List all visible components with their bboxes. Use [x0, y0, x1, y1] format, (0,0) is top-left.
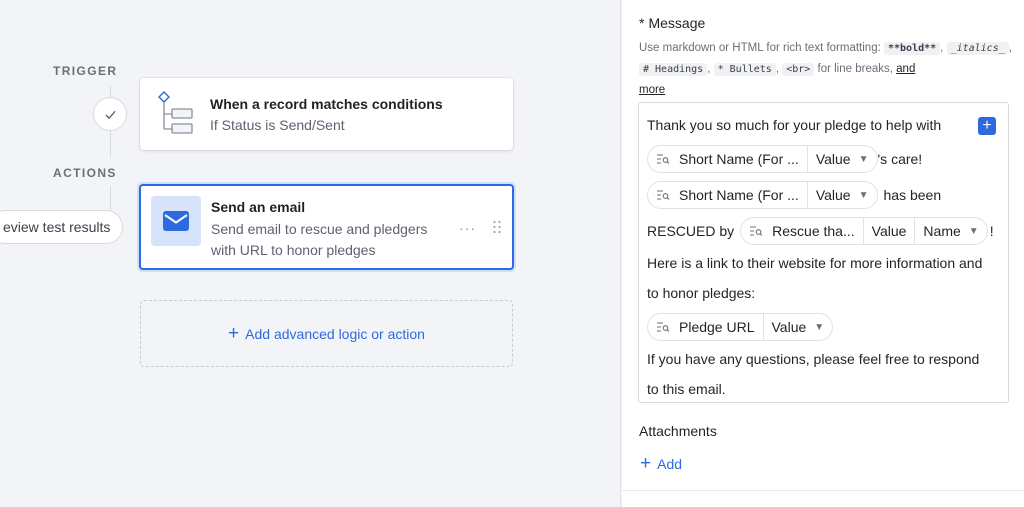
message-text: !: [989, 223, 994, 239]
send-email-action-card[interactable]: Send an email Send email to rescue and p…: [139, 184, 514, 270]
chevron-down-icon: ▼: [858, 153, 869, 165]
message-text: 's care!: [877, 151, 923, 167]
help-comma: ,: [1008, 42, 1012, 54]
token-field-name: Rescue tha...: [772, 223, 855, 239]
message-line: Thank you so much for your pledge to hel…: [647, 117, 942, 133]
insert-field-button[interactable]: +: [978, 117, 996, 135]
token-field-name: Short Name (For ...: [679, 187, 799, 203]
message-label-text: Message: [648, 15, 706, 31]
help-comma: ,: [707, 63, 711, 75]
help-code-italics: _italics_: [946, 42, 1009, 55]
flow-connector: [110, 131, 111, 157]
drag-handle-icon[interactable]: [492, 220, 502, 234]
divider: [622, 490, 1024, 491]
help-comma: ,: [775, 63, 780, 75]
field-token[interactable]: Short Name (For ... Value ▼: [647, 145, 878, 173]
chevron-down-icon: ▼: [858, 189, 869, 201]
token-type: Value: [815, 187, 851, 203]
review-test-results-label: eview test results: [3, 219, 111, 235]
add-advanced-logic-button[interactable]: + Add advanced logic or action: [140, 300, 513, 367]
required-mark: *: [639, 15, 645, 31]
message-editor[interactable]: + Thank you so much for your pledge to h…: [638, 102, 1009, 403]
field-token[interactable]: Rescue tha... Value Name ▼: [740, 217, 988, 245]
help-comma: ,: [940, 42, 944, 54]
envelope-icon: [163, 211, 189, 231]
review-test-results-button[interactable]: eview test results: [0, 210, 124, 244]
message-line: RESCUED by Rescue tha... Value Name ▼ !: [647, 217, 994, 245]
help-mid: for line breaks,: [817, 63, 893, 75]
attachments-label: Attachments: [639, 423, 717, 439]
token-field-name: Pledge URL: [679, 319, 755, 335]
lookup-field-icon: [657, 154, 670, 164]
field-token[interactable]: Short Name (For ... Value ▼: [647, 181, 878, 209]
workflow-canvas: TRIGGER ACTIONS eview test results When …: [0, 0, 621, 507]
trigger-subtitle: If Status is Send/Sent: [210, 117, 345, 133]
help-code-bullets: * Bullets: [713, 63, 776, 76]
add-advanced-logic-label: Add advanced logic or action: [245, 325, 425, 342]
message-line: to honor pledges:: [647, 285, 756, 301]
token-type: Value: [771, 319, 807, 335]
trigger-card[interactable]: When a record matches conditions If Stat…: [140, 78, 513, 150]
message-field-label: * Message: [639, 15, 705, 31]
formatting-help: Use markdown or HTML for rich text forma…: [639, 38, 1019, 100]
flow-connector: [110, 186, 111, 210]
trigger-title: When a record matches conditions: [210, 96, 443, 112]
record-conditions-icon: [158, 91, 193, 134]
trigger-section-label: TRIGGER: [53, 64, 118, 78]
check-icon: [104, 110, 116, 119]
more-options-icon[interactable]: ···: [459, 220, 476, 236]
action-subtitle-line1: Send email to rescue and pledgers: [211, 221, 428, 237]
message-text: RESCUED by: [647, 223, 735, 239]
email-icon-tile: [151, 196, 201, 246]
token-field-name: Short Name (For ...: [679, 151, 799, 167]
message-line: to this email.: [647, 381, 726, 397]
help-code-br: <br>: [782, 63, 815, 76]
chevron-down-icon: ▼: [968, 225, 979, 237]
message-line: Here is a link to their website for more…: [647, 255, 983, 271]
lookup-field-icon: [657, 190, 670, 200]
help-code-headings: # Headings: [639, 63, 708, 76]
field-token[interactable]: Pledge URL Value ▼: [647, 313, 834, 341]
lookup-field-icon: [750, 226, 763, 236]
email-config-panel: * Message Use markdown or HTML for rich t…: [622, 0, 1024, 507]
token-subtype: Name: [923, 223, 961, 239]
plus-icon: +: [228, 323, 240, 344]
action-subtitle-line2: with URL to honor pledges: [211, 242, 376, 258]
add-attachment-label: Add: [657, 455, 683, 472]
help-more-link[interactable]: and: [896, 63, 915, 75]
message-line: Pledge URL Value ▼: [647, 313, 834, 341]
lookup-field-icon: [657, 322, 670, 332]
add-attachment-button[interactable]: + Add: [640, 454, 682, 473]
help-more-link-cont[interactable]: more: [639, 84, 665, 96]
chevron-down-icon: ▼: [814, 321, 825, 333]
trigger-status: [93, 97, 127, 131]
actions-section-label: ACTIONS: [53, 166, 117, 180]
help-prefix: Use markdown or HTML for rich text forma…: [639, 42, 881, 54]
message-text: has been: [883, 187, 942, 203]
plus-icon: +: [640, 453, 652, 474]
message-line: If you have any questions, please feel f…: [647, 351, 980, 367]
help-code-bold: **bold**: [883, 42, 941, 55]
token-type: Value: [815, 151, 851, 167]
token-type: Value: [871, 223, 907, 239]
message-line: Short Name (For ... Value ▼ 's care!: [647, 145, 922, 173]
message-line: Short Name (For ... Value ▼ has been: [647, 181, 941, 209]
action-title: Send an email: [211, 199, 306, 215]
